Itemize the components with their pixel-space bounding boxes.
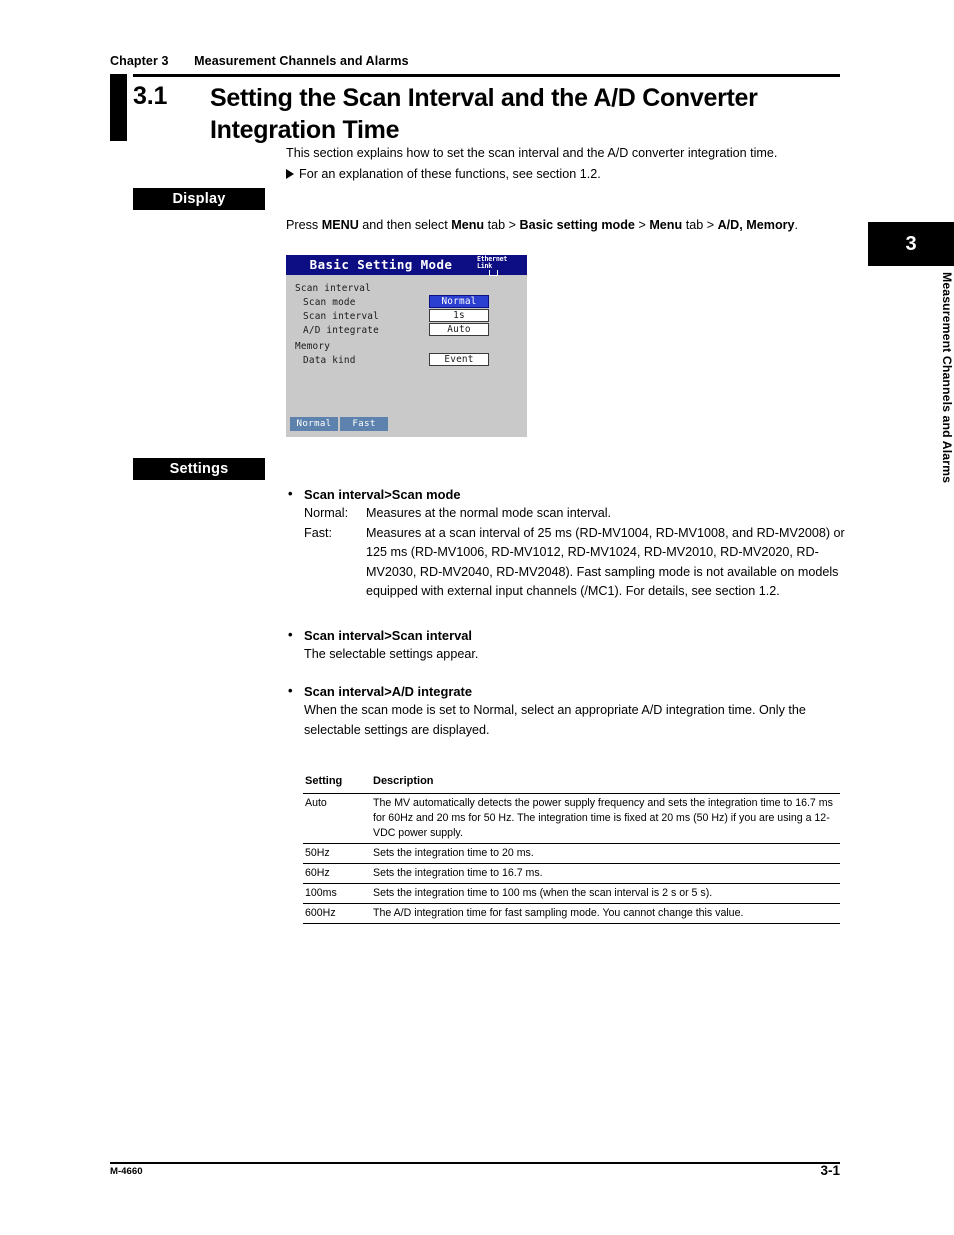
menu-path-p2: and then select: [358, 218, 452, 232]
page-title: Setting the Scan Interval and the A/D Co…: [210, 84, 758, 145]
lcd-label-ad-integrate: A/D integrate: [303, 325, 379, 336]
running-head-chapter: Chapter 3: [110, 54, 169, 68]
table-row: Auto The MV automatically detects the po…: [303, 793, 840, 844]
lcd-tab-normal[interactable]: Normal: [290, 417, 338, 431]
ethernet-link-icon: Ethernet Link: [477, 256, 521, 276]
setting-heading-scan-mode: Scan interval>Scan mode: [286, 486, 846, 502]
chapter-thumb-label: Measurement Channels and Alarms: [940, 272, 954, 484]
menu-path-b3: Basic setting mode: [519, 218, 635, 232]
menu-path-p1: Press: [286, 218, 322, 232]
menu-path: Press MENU and then select Menu tab > Ba…: [286, 215, 846, 235]
lcd-label-scan-interval: Scan interval: [303, 311, 379, 322]
table-row: 100ms Sets the integration time to 100 m…: [303, 883, 840, 904]
section-marker-bar: [110, 74, 127, 141]
lcd-tab-bar: Normal Fast: [290, 417, 388, 431]
lcd-value-scan-mode[interactable]: Normal: [429, 295, 489, 308]
setting-body-scan-interval: The selectable settings appear.: [304, 646, 479, 661]
lcd-group-scan-interval: Scan interval: [295, 283, 371, 294]
running-head: Chapter 3 Measurement Channels and Alarm…: [110, 54, 409, 68]
setting-item-ad-integrate: Scan interval>A/D integrate When the sca…: [286, 683, 846, 740]
menu-path-b5: A/D, Memory: [717, 218, 795, 232]
lcd-value-data-kind[interactable]: Event: [429, 353, 489, 366]
ad-integrate-table: Setting Description Auto The MV automati…: [303, 772, 840, 924]
footer-page-number: 3-1: [820, 1163, 840, 1178]
setting-item-scan-mode: Scan interval>Scan mode Normal: Measures…: [286, 486, 846, 602]
table-row: 60Hz Sets the integration time to 16.7 m…: [303, 863, 840, 884]
title-rule: [133, 74, 840, 77]
menu-path-b1: MENU: [321, 218, 359, 232]
running-head-title: Measurement Channels and Alarms: [194, 54, 409, 68]
cross-reference: For an explanation of these functions, s…: [286, 165, 846, 185]
definition-fast: Fast: Measures at a scan interval of 25 …: [286, 524, 846, 602]
column-header-setting: Setting: [305, 775, 343, 787]
definition-term-fast: Fast:: [304, 525, 332, 540]
cell-description: Sets the integration time to 100 ms (whe…: [373, 886, 713, 899]
lcd-group-memory: Memory: [295, 341, 331, 352]
cell-description: The A/D integration time for fast sampli…: [373, 906, 744, 919]
menu-path-b4: Menu: [649, 218, 683, 232]
footer-doc-id: M-4660: [110, 1166, 143, 1177]
definition-normal: Normal: Measures at the normal mode scan…: [286, 504, 846, 524]
settings-list: Scan interval>Scan mode Normal: Measures…: [286, 486, 846, 766]
section-intro: This section explains how to set the sca…: [286, 146, 778, 160]
cell-description: Sets the integration time to 20 ms.: [373, 846, 534, 859]
footer-rule: [110, 1162, 840, 1165]
lcd-tab-fast[interactable]: Fast: [340, 417, 388, 431]
lcd-label-data-kind: Data kind: [303, 355, 356, 366]
menu-path-p5: tab >: [682, 218, 718, 232]
cell-description: The MV automatically detects the power s…: [373, 796, 833, 839]
setting-heading-scan-interval: Scan interval>Scan interval: [286, 627, 846, 643]
cell-description: Sets the integration time to 16.7 ms.: [373, 866, 543, 879]
cell-setting: Auto: [305, 796, 327, 809]
cell-setting: 600Hz: [305, 906, 336, 919]
chapter-thumb-number: 3: [868, 222, 954, 266]
table-row: 50Hz Sets the integration time to 20 ms.: [303, 843, 840, 864]
definition-body-normal: Measures at the normal mode scan interva…: [366, 506, 611, 520]
setting-body-ad-integrate: When the scan mode is set to Normal, sel…: [304, 703, 806, 737]
settings-section-label: Settings: [133, 458, 265, 480]
menu-path-p4: >: [634, 218, 650, 232]
table-header-row: Setting Description: [303, 772, 840, 794]
column-header-description: Description: [373, 775, 434, 787]
lcd-value-ad-integrate[interactable]: Auto: [429, 323, 489, 336]
setting-item-scan-interval: Scan interval>Scan interval The selectab…: [286, 627, 846, 665]
definition-term-normal: Normal:: [304, 506, 349, 520]
cross-reference-text: For an explanation of these functions, s…: [299, 167, 601, 181]
setting-heading-ad-integrate: Scan interval>A/D integrate: [286, 683, 846, 699]
definition-body-fast: Measures at a scan interval of 25 ms (RD…: [366, 525, 845, 599]
lcd-label-scan-mode: Scan mode: [303, 297, 356, 308]
cell-setting: 50Hz: [305, 846, 330, 859]
section-number: 3.1: [133, 82, 168, 110]
lcd-body: Scan interval Scan mode Normal Scan inte…: [286, 275, 527, 437]
triangle-arrow-icon: [286, 169, 294, 179]
cell-setting: 60Hz: [305, 866, 330, 879]
menu-path-b2: Menu: [451, 218, 485, 232]
menu-path-p3: tab >: [484, 218, 520, 232]
ethernet-label-line2: Link: [477, 261, 493, 270]
lcd-title: Basic Setting Mode: [309, 257, 453, 272]
table-row: 600Hz The A/D integration time for fast …: [303, 903, 840, 924]
menu-path-p6: .: [794, 218, 799, 232]
lcd-screenshot: Basic Setting Mode Ethernet Link Scan in…: [286, 255, 527, 437]
display-section-label: Display: [133, 188, 265, 210]
cell-setting: 100ms: [305, 886, 337, 899]
lcd-value-scan-interval[interactable]: 1s: [429, 309, 489, 322]
